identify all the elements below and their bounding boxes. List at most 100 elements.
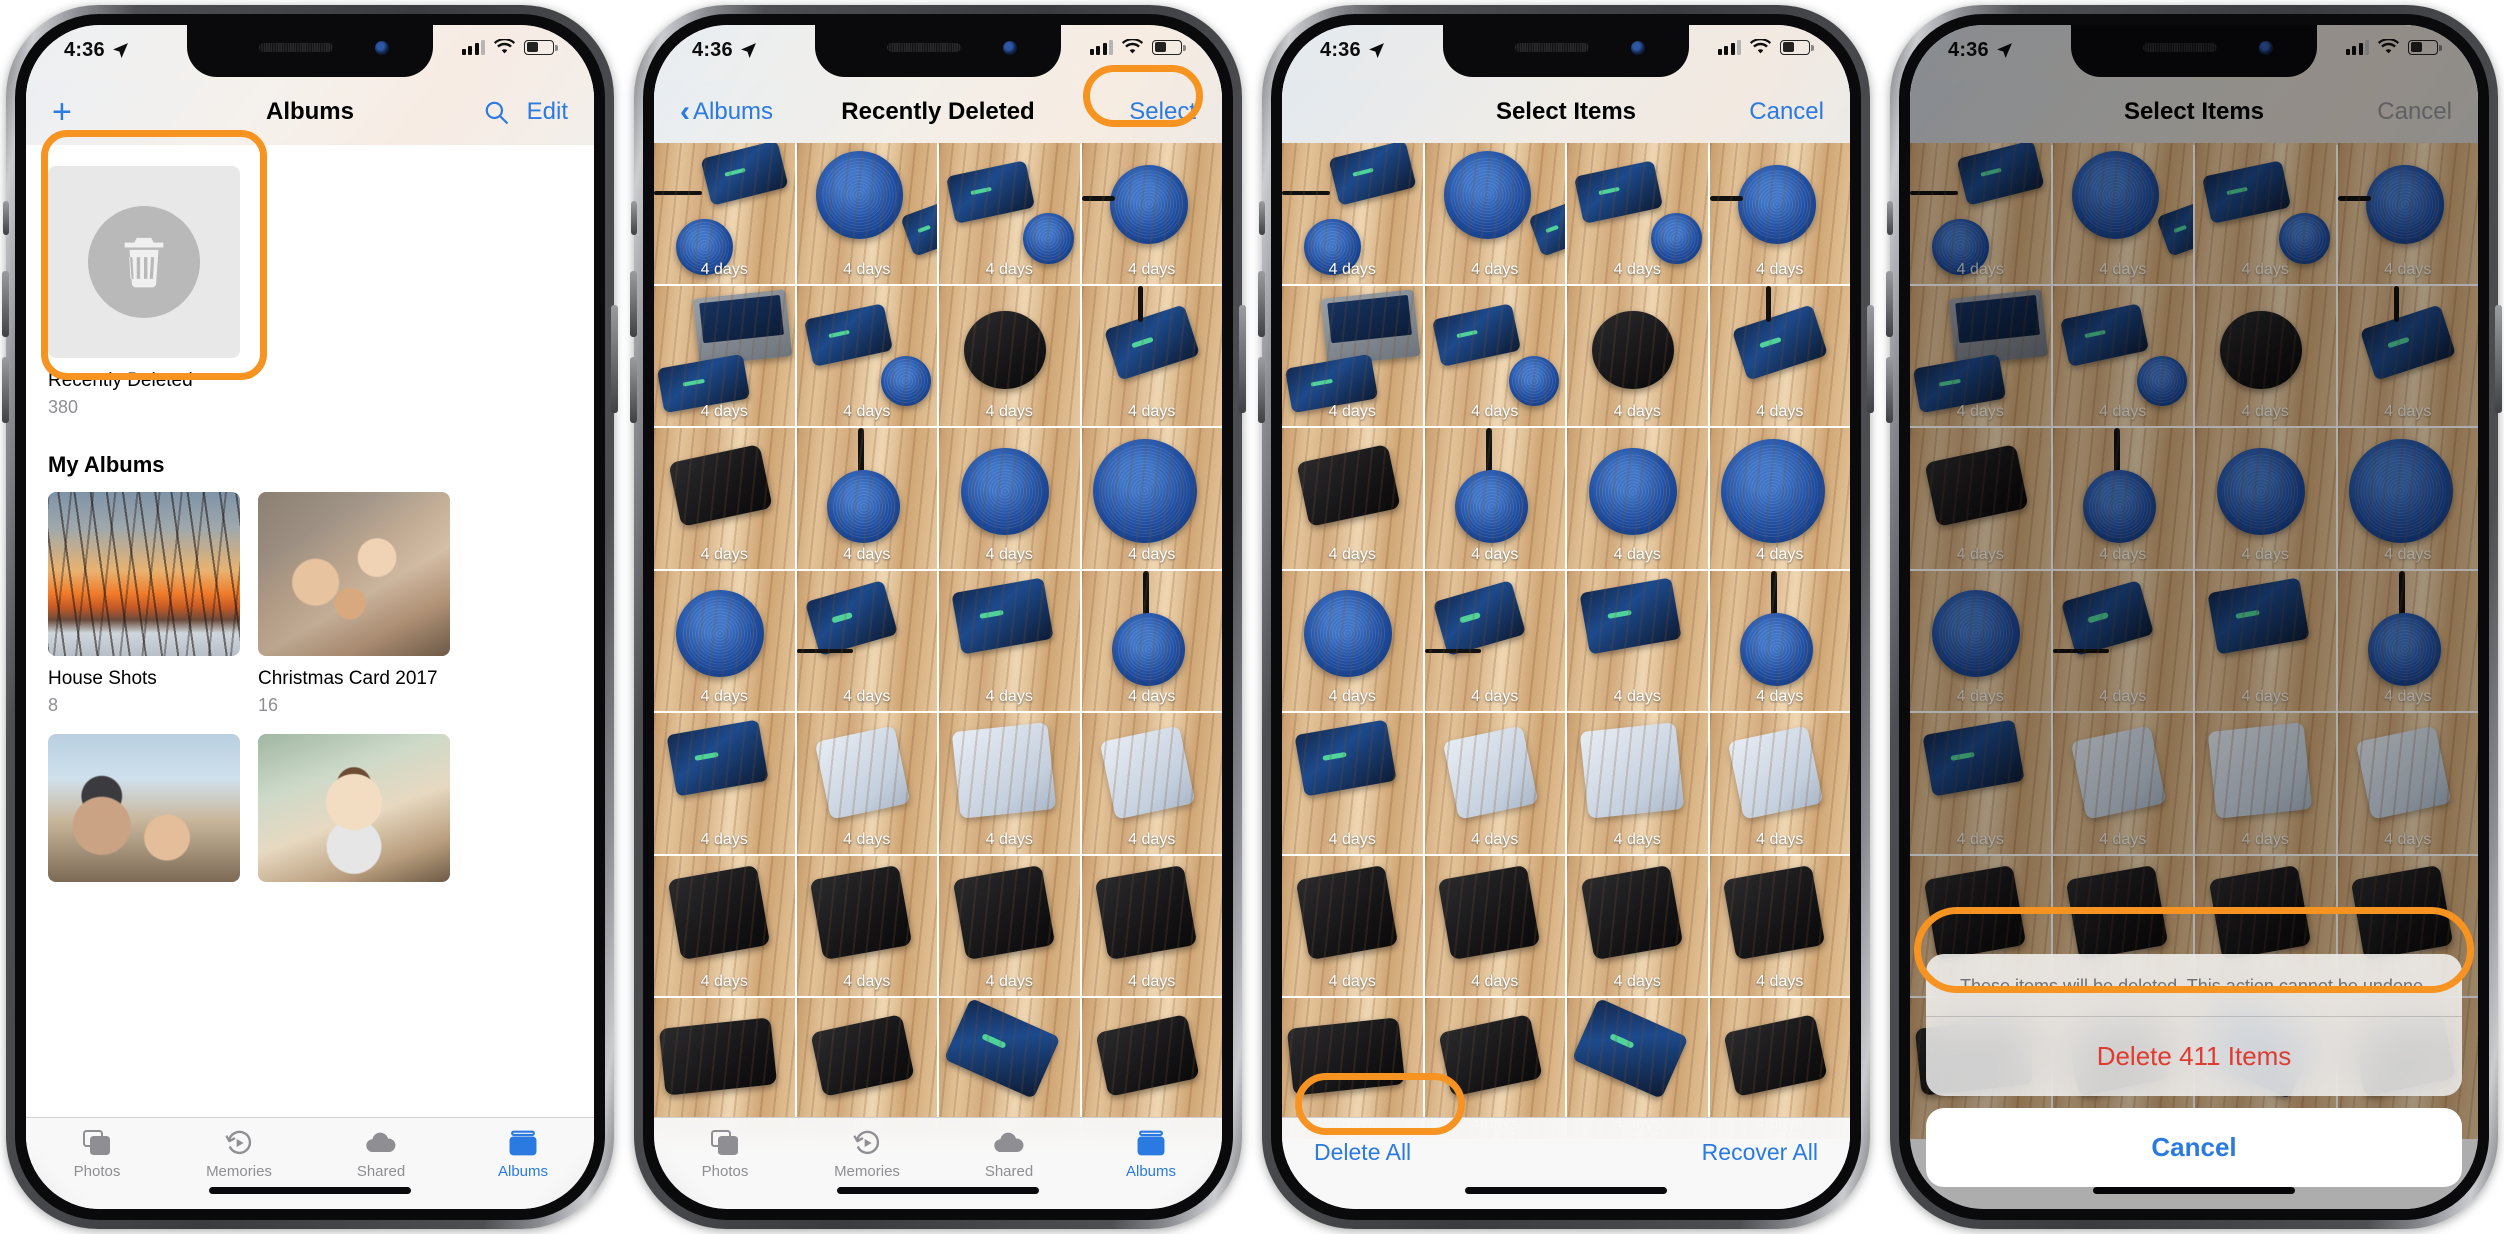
- photo-cell[interactable]: 4 days: [939, 428, 1080, 569]
- power-button[interactable]: [2495, 305, 2502, 413]
- volume-up-button[interactable]: [1258, 271, 1265, 337]
- silent-switch[interactable]: [3, 201, 9, 235]
- silent-switch[interactable]: [1887, 201, 1893, 235]
- tab-shared[interactable]: Shared: [310, 1128, 452, 1180]
- photo-cell[interactable]: 4 days: [1081, 285, 1222, 426]
- volume-up-button[interactable]: [2, 271, 9, 337]
- photo-cell[interactable]: 4 days: [1081, 570, 1222, 711]
- photo-cell[interactable]: 4 days: [654, 570, 795, 711]
- volume-down-button[interactable]: [1886, 357, 1893, 423]
- photo-cell[interactable]: 4 days: [1709, 713, 1850, 854]
- search-icon[interactable]: [483, 99, 509, 125]
- photo-cell[interactable]: 4 days: [1709, 143, 1850, 284]
- photo-cell[interactable]: 4 days: [654, 285, 795, 426]
- cancel-button[interactable]: Cancel: [1749, 98, 1824, 126]
- recently-deleted-album[interactable]: Recently Deleted 380: [48, 166, 240, 418]
- photo-cell[interactable]: 4 days: [1567, 855, 1708, 996]
- photo-cell[interactable]: 4 days: [1709, 285, 1850, 426]
- photo-cell[interactable]: 4 days: [1709, 570, 1850, 711]
- photo-cell[interactable]: 4 days: [654, 143, 795, 284]
- photo-cell[interactable]: 4 days: [1424, 570, 1565, 711]
- photo-cell[interactable]: 4 days: [654, 428, 795, 569]
- photo-cell[interactable]: 4 days: [1424, 855, 1565, 996]
- photo-cell[interactable]: 4 days: [1567, 713, 1708, 854]
- select-button[interactable]: Select: [1129, 98, 1196, 126]
- photo-cell[interactable]: 4 days: [796, 570, 937, 711]
- photo-cell[interactable]: 4 days: [939, 285, 1080, 426]
- delete-all-button[interactable]: Delete All: [1314, 1139, 1411, 1166]
- album-card-partial-left[interactable]: [48, 734, 240, 882]
- photo-cell[interactable]: 4 days: [1567, 570, 1708, 711]
- album-card-christmas-card-2017[interactable]: Christmas Card 2017 16: [258, 492, 450, 716]
- silent-switch[interactable]: [1259, 201, 1265, 235]
- cellular-bars-icon: [461, 39, 485, 55]
- photo-cell[interactable]: 4 days: [1081, 428, 1222, 569]
- photo-cell[interactable]: 4 days: [1081, 713, 1222, 854]
- volume-down-button[interactable]: [2, 357, 9, 423]
- power-button[interactable]: [1239, 305, 1246, 413]
- tab-memories[interactable]: Memories: [796, 1128, 938, 1180]
- tab-albums[interactable]: Albums: [452, 1128, 594, 1180]
- photo-cell[interactable]: 4 days: [1424, 143, 1565, 284]
- power-button[interactable]: [611, 305, 618, 413]
- home-indicator[interactable]: [1465, 1187, 1667, 1194]
- photo-cell[interactable]: 4 days: [1424, 285, 1565, 426]
- album-card-house-shots[interactable]: House Shots 8: [48, 492, 240, 716]
- photo-cell[interactable]: 4 days: [1424, 713, 1565, 854]
- photo-cell[interactable]: 4 days: [1282, 285, 1423, 426]
- recover-all-button[interactable]: Recover All: [1702, 1139, 1818, 1166]
- power-button[interactable]: [1867, 305, 1874, 413]
- volume-down-button[interactable]: [1258, 357, 1265, 423]
- edit-button[interactable]: Edit: [527, 98, 568, 126]
- photo-age-label: 4 days: [985, 830, 1033, 848]
- photo-cell[interactable]: 4 days: [1282, 713, 1423, 854]
- photo-cell[interactable]: 4 days: [1282, 143, 1423, 284]
- photo-cell[interactable]: 4 days: [939, 570, 1080, 711]
- volume-up-button[interactable]: [1886, 271, 1893, 337]
- photo-age-label: 4 days: [1471, 403, 1519, 420]
- tab-albums[interactable]: Albums: [1080, 1128, 1222, 1180]
- tab-photos[interactable]: Photos: [26, 1128, 168, 1180]
- photo-cell[interactable]: 4 days: [1081, 855, 1222, 996]
- action-sheet-cancel-button[interactable]: Cancel: [1926, 1108, 2462, 1187]
- photo-cell[interactable]: 4 days: [1282, 428, 1423, 569]
- photo-cell[interactable]: 4 days: [796, 285, 937, 426]
- action-sheet-group: These items will be deleted. This action…: [1926, 953, 2462, 1096]
- shared-cloud-icon: [993, 1128, 1025, 1158]
- tab-shared[interactable]: Shared: [938, 1128, 1080, 1180]
- delete-items-button[interactable]: Delete 411 Items: [1926, 1017, 2462, 1096]
- photo-cell[interactable]: 4 days: [1282, 570, 1423, 711]
- home-indicator[interactable]: [837, 1187, 1039, 1194]
- photo-cell[interactable]: 4 days: [1709, 428, 1850, 569]
- tab-memories[interactable]: Memories: [168, 1128, 310, 1180]
- photo-cell[interactable]: 4 days: [939, 143, 1080, 284]
- photo-cell[interactable]: 4 days: [1424, 428, 1565, 569]
- volume-up-button[interactable]: [630, 271, 637, 337]
- photo-cell[interactable]: 4 days: [939, 855, 1080, 996]
- photo-cell[interactable]: 4 days: [1081, 143, 1222, 284]
- silent-switch[interactable]: [631, 201, 637, 235]
- photo-cell[interactable]: 4 days: [796, 855, 937, 996]
- photo-age-label: 4 days: [1756, 830, 1804, 848]
- album-card-partial-right[interactable]: [258, 734, 450, 882]
- tab-photos[interactable]: Photos: [654, 1128, 796, 1180]
- photo-cell[interactable]: 4 days: [654, 855, 795, 996]
- volume-down-button[interactable]: [630, 357, 637, 423]
- photo-cell[interactable]: 4 days: [939, 713, 1080, 854]
- photo-cell[interactable]: 4 days: [1567, 428, 1708, 569]
- earpiece-speaker: [259, 43, 333, 52]
- photo-cell[interactable]: 4 days: [796, 143, 937, 284]
- photo-cell[interactable]: 4 days: [796, 428, 937, 569]
- home-indicator[interactable]: [209, 1187, 411, 1194]
- photo-age-label: 4 days: [1471, 260, 1519, 278]
- photo-cell[interactable]: 4 days: [1282, 855, 1423, 996]
- photo-cell[interactable]: 4 days: [796, 713, 937, 854]
- photo-cell[interactable]: 4 days: [1567, 143, 1708, 284]
- add-album-button[interactable]: +: [52, 95, 72, 129]
- photo-age-label: 4 days: [843, 260, 891, 278]
- back-button[interactable]: ‹ Albums: [680, 97, 773, 127]
- photo-cell[interactable]: 4 days: [1567, 285, 1708, 426]
- photo-cell[interactable]: 4 days: [1709, 855, 1850, 996]
- photo-subject: [1486, 428, 1492, 476]
- photo-cell[interactable]: 4 days: [654, 713, 795, 854]
